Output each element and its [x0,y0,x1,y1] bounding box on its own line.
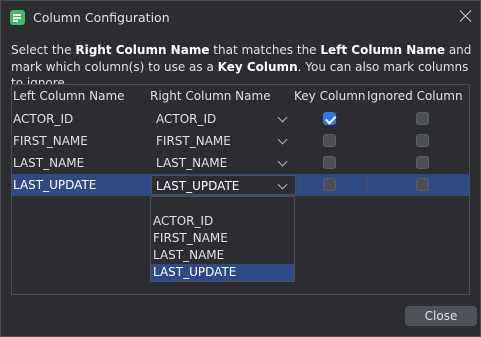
right-column-combobox-editing[interactable]: LAST_UPDATE [151,175,296,195]
app-icon [10,10,25,25]
dropdown-option[interactable]: FIRST_NAME [151,230,294,247]
right-column-dropdown[interactable]: FIRST_NAME [156,130,231,152]
column-divider [367,174,368,196]
left-column-cell: LAST_NAME [13,156,85,170]
chevron-down-icon[interactable] [277,179,288,190]
header-right-column-name: Right Column Name [150,89,271,103]
close-button[interactable]: Close [405,306,477,326]
ignored-column-checkbox[interactable] [416,156,429,169]
left-column-cell: LAST_UPDATE [13,178,97,192]
ignored-column-checkbox[interactable] [416,112,429,125]
table-row[interactable]: ACTOR_ID ACTOR_ID [12,108,469,130]
dropdown-option[interactable]: ACTOR_ID [151,213,294,230]
chevron-down-icon[interactable] [277,112,288,123]
right-column-dropdown-list: ACTOR_ID FIRST_NAME LAST_NAME LAST_UPDAT… [150,196,295,282]
ignored-column-checkbox[interactable] [416,178,429,191]
key-column-checkbox[interactable] [323,112,336,125]
chevron-down-icon[interactable] [277,134,288,145]
title-bar: Column Configuration [1,1,480,33]
table-row[interactable]: FIRST_NAME FIRST_NAME [12,130,469,152]
dropdown-option[interactable]: LAST_NAME [151,247,294,264]
combobox-value: LAST_UPDATE [156,179,240,193]
key-column-checkbox[interactable] [323,134,336,147]
left-column-cell: ACTOR_ID [13,112,74,126]
key-column-checkbox[interactable] [323,156,336,169]
header-key-column: Key Column [294,89,366,103]
close-icon[interactable] [459,9,473,23]
chevron-down-icon[interactable] [277,156,288,167]
key-column-checkbox[interactable] [323,178,336,191]
left-column-cell: FIRST_NAME [13,134,88,148]
column-configuration-dialog: Column Configuration Select the Right Co… [0,0,481,337]
right-column-dropdown[interactable]: ACTOR_ID [156,108,216,130]
header-left-column-name: Left Column Name [13,89,125,103]
column-divider [299,174,300,196]
right-column-dropdown[interactable]: LAST_NAME [156,152,227,174]
ignored-column-checkbox[interactable] [416,134,429,147]
dialog-title: Column Configuration [33,10,170,25]
dropdown-option-selected[interactable]: LAST_UPDATE [151,264,294,281]
table-row-selected[interactable]: LAST_UPDATE LAST_UPDATE [12,174,469,196]
header-ignored-column: Ignored Column [367,89,463,103]
table-row[interactable]: LAST_NAME LAST_NAME [12,152,469,174]
